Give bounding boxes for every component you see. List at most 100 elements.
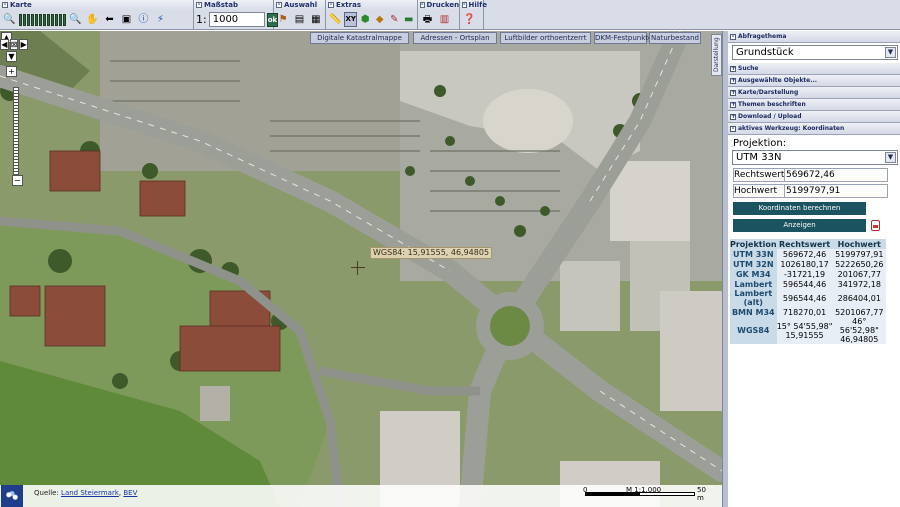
- section-suche[interactable]: + Suche: [728, 63, 900, 75]
- pan-hand-icon[interactable]: ✋: [85, 12, 100, 27]
- nav-center-icon[interactable]: ⊠: [9, 39, 19, 50]
- info-icon[interactable]: ⓘ: [136, 12, 151, 27]
- refresh-icon[interactable]: ⚡: [153, 12, 168, 27]
- projektion-select[interactable]: UTM 33N ▼: [732, 150, 898, 165]
- pen-icon[interactable]: ✎: [388, 12, 401, 27]
- tab-naturbestand[interactable]: Naturbestand: [649, 32, 701, 44]
- table-header: Hochwert: [832, 239, 886, 249]
- marker-icon[interactable]: ▬: [403, 12, 416, 27]
- zoom-level-strip[interactable]: [19, 13, 66, 26]
- tab-ortsplan[interactable]: Adressen - Ortsplan: [413, 32, 497, 44]
- rechtswert-row: Rechtswert 569672,46: [733, 168, 888, 182]
- navigation-controls: ◀ ⊠ ▶ ▼ +: [0, 39, 28, 78]
- hilfe-title: Hilfe: [468, 1, 487, 9]
- print-icon[interactable]: 🖶: [420, 12, 435, 27]
- abfragethema-header[interactable]: - Abfragethema: [728, 31, 900, 43]
- section-download-upload[interactable]: + Download / Upload: [728, 111, 900, 123]
- scale-input[interactable]: [208, 12, 265, 27]
- scale-prefix: 1:: [196, 13, 207, 26]
- help-icon[interactable]: ❓: [462, 12, 477, 27]
- zoom-in-icon[interactable]: 🔍: [68, 12, 83, 27]
- show-button[interactable]: Anzeigen: [733, 219, 866, 232]
- scale-bar-start: 0: [583, 486, 588, 494]
- darstellung-tab[interactable]: Darstellung: [711, 34, 722, 76]
- karte-group: - Karte 🔍 🔍 ✋ ⬅ ▣ ⓘ ⚡: [0, 0, 194, 30]
- layers-icon[interactable]: ◆: [373, 12, 386, 27]
- side-panel: - Abfragethema Grundstück ▼ + Suche + Ausg…: [728, 31, 900, 507]
- collapse-icon[interactable]: -: [462, 2, 467, 8]
- source-link-land-steiermark[interactable]: Land Steiermark: [61, 489, 119, 497]
- select-clear-icon[interactable]: ▦: [309, 12, 323, 27]
- zoom-slider[interactable]: [13, 87, 19, 175]
- zoom-out-icon[interactable]: 🔍: [2, 12, 17, 27]
- ruler-icon[interactable]: 📏: [328, 12, 342, 27]
- table-row: GK M34 -31721,19 201067,77: [730, 269, 886, 279]
- collapse-icon[interactable]: -: [276, 2, 282, 8]
- nav-down-icon[interactable]: ▼: [6, 51, 17, 62]
- hochwert-row: Hochwert 5199797,91: [733, 184, 888, 198]
- bev-logo: [1, 485, 23, 507]
- tab-luftbilder[interactable]: Luftbilder orthoentzerrt: [500, 32, 591, 44]
- nav-left-icon[interactable]: ◀: [0, 39, 9, 50]
- chevron-down-icon: ▼: [885, 152, 896, 163]
- back-arrow-icon[interactable]: ⬅: [102, 12, 117, 27]
- expand-icon: +: [730, 76, 737, 84]
- auswahl-group: - Auswahl ⚑ ▤ ▦: [274, 0, 326, 30]
- massstab-group: -Maßstab 1: ok: [194, 0, 279, 30]
- coordinate-tooltip: WGS84: 15,91555, 46,94805: [370, 247, 493, 259]
- source-label: Quelle:: [34, 489, 59, 497]
- drucken-group: - Drucken 🖶 ▥: [418, 0, 460, 30]
- expand-icon: +: [730, 88, 737, 96]
- projektion-label: Projektion:: [733, 138, 787, 149]
- eraser-icon[interactable]: [871, 220, 880, 231]
- collapse-icon[interactable]: -: [328, 2, 334, 8]
- table-row: BMN M34 718270,01 5201067,77: [730, 307, 886, 317]
- table-header: Rechtswert: [776, 239, 833, 249]
- main-toolbar: -Karte 🔍 🔍 ✋ ⬅ ▣ ⓘ ⚡ -Maßstab 1: ok: [0, 0, 900, 30]
- section-karte-darstellung[interactable]: + Karte/Darstellung: [728, 87, 900, 99]
- source-link-bev[interactable]: BEV: [123, 489, 137, 497]
- abfragethema-select[interactable]: Grundstück ▼: [732, 45, 898, 60]
- table-row: Lambert (alt) 596544,46 286404,01: [730, 289, 886, 307]
- pdf-icon[interactable]: ▥: [437, 12, 452, 27]
- scale-bar-end: 50 m: [697, 486, 706, 502]
- section-themen-beschriften[interactable]: + Themen beschriften: [728, 99, 900, 111]
- scale-bar-ratio: M 1:1.000: [626, 486, 662, 494]
- source-attribution: Quelle: Land Steiermark, BEV: [34, 489, 138, 497]
- rechtswert-input[interactable]: 569672,46: [784, 169, 887, 181]
- expand-icon: +: [730, 112, 737, 120]
- collapse-icon[interactable]: -: [420, 2, 425, 8]
- zoom-minus-icon[interactable]: −: [12, 175, 23, 186]
- calculate-coordinates-button[interactable]: Koordinaten berechnen: [733, 202, 866, 215]
- section-active-tool[interactable]: - aktives Werkzeug: Koordinaten: [728, 123, 900, 135]
- scale-bar: 0 M 1:1.000 50 m: [583, 486, 713, 502]
- area-green-icon[interactable]: ⬢: [359, 12, 372, 27]
- massstab-title: Maßstab: [204, 1, 238, 9]
- coordinate-results-table: Projektion Rechtswert Hochwert UTM 33N 5…: [730, 239, 886, 344]
- show-row: Anzeigen: [728, 215, 900, 232]
- hochwert-input[interactable]: 5199797,91: [784, 185, 887, 197]
- table-row: WGS84 15° 54'55,98" 15,91555 46° 56'52,9…: [730, 317, 886, 344]
- select-flag-icon[interactable]: ⚑: [276, 12, 290, 27]
- table-row: UTM 33N 569672,46 5199797,91: [730, 249, 886, 259]
- select-polygon-icon[interactable]: ▤: [292, 12, 306, 27]
- aerial-map[interactable]: Digitale Katastralmappe Adressen - Ortsp…: [0, 31, 722, 507]
- collapse-icon[interactable]: -: [730, 33, 736, 40]
- collapse-icon[interactable]: -: [2, 2, 8, 8]
- extras-group: - Extras 📏 XY ⬢ ◆ ✎ ▬: [326, 0, 418, 30]
- hilfe-group: - Hilfe ❓: [460, 0, 487, 30]
- tab-katastralmappe[interactable]: Digitale Katastralmappe: [310, 32, 409, 44]
- table-row: Lambert 596544,46 341972,18: [730, 279, 886, 289]
- expand-icon: +: [730, 100, 737, 108]
- full-extent-icon[interactable]: ▣: [119, 12, 134, 27]
- zoom-plus-icon[interactable]: +: [6, 66, 17, 77]
- tab-dkm-festpunkte[interactable]: DKM-Festpunkte: [594, 32, 652, 44]
- table-header: Projektion: [730, 239, 777, 249]
- section-ausgewaehlte-objekte[interactable]: + Ausgewählte Objekte...: [728, 75, 900, 87]
- karte-title: Karte: [10, 1, 32, 9]
- nav-right-icon[interactable]: ▶: [19, 39, 28, 50]
- collapse-icon[interactable]: -: [196, 2, 202, 8]
- auswahl-title: Auswahl: [284, 1, 318, 9]
- coordinates-xy-icon[interactable]: XY: [344, 12, 357, 27]
- gis-app: -Karte 🔍 🔍 ✋ ⬅ ▣ ⓘ ⚡ -Maßstab 1: ok: [0, 0, 900, 507]
